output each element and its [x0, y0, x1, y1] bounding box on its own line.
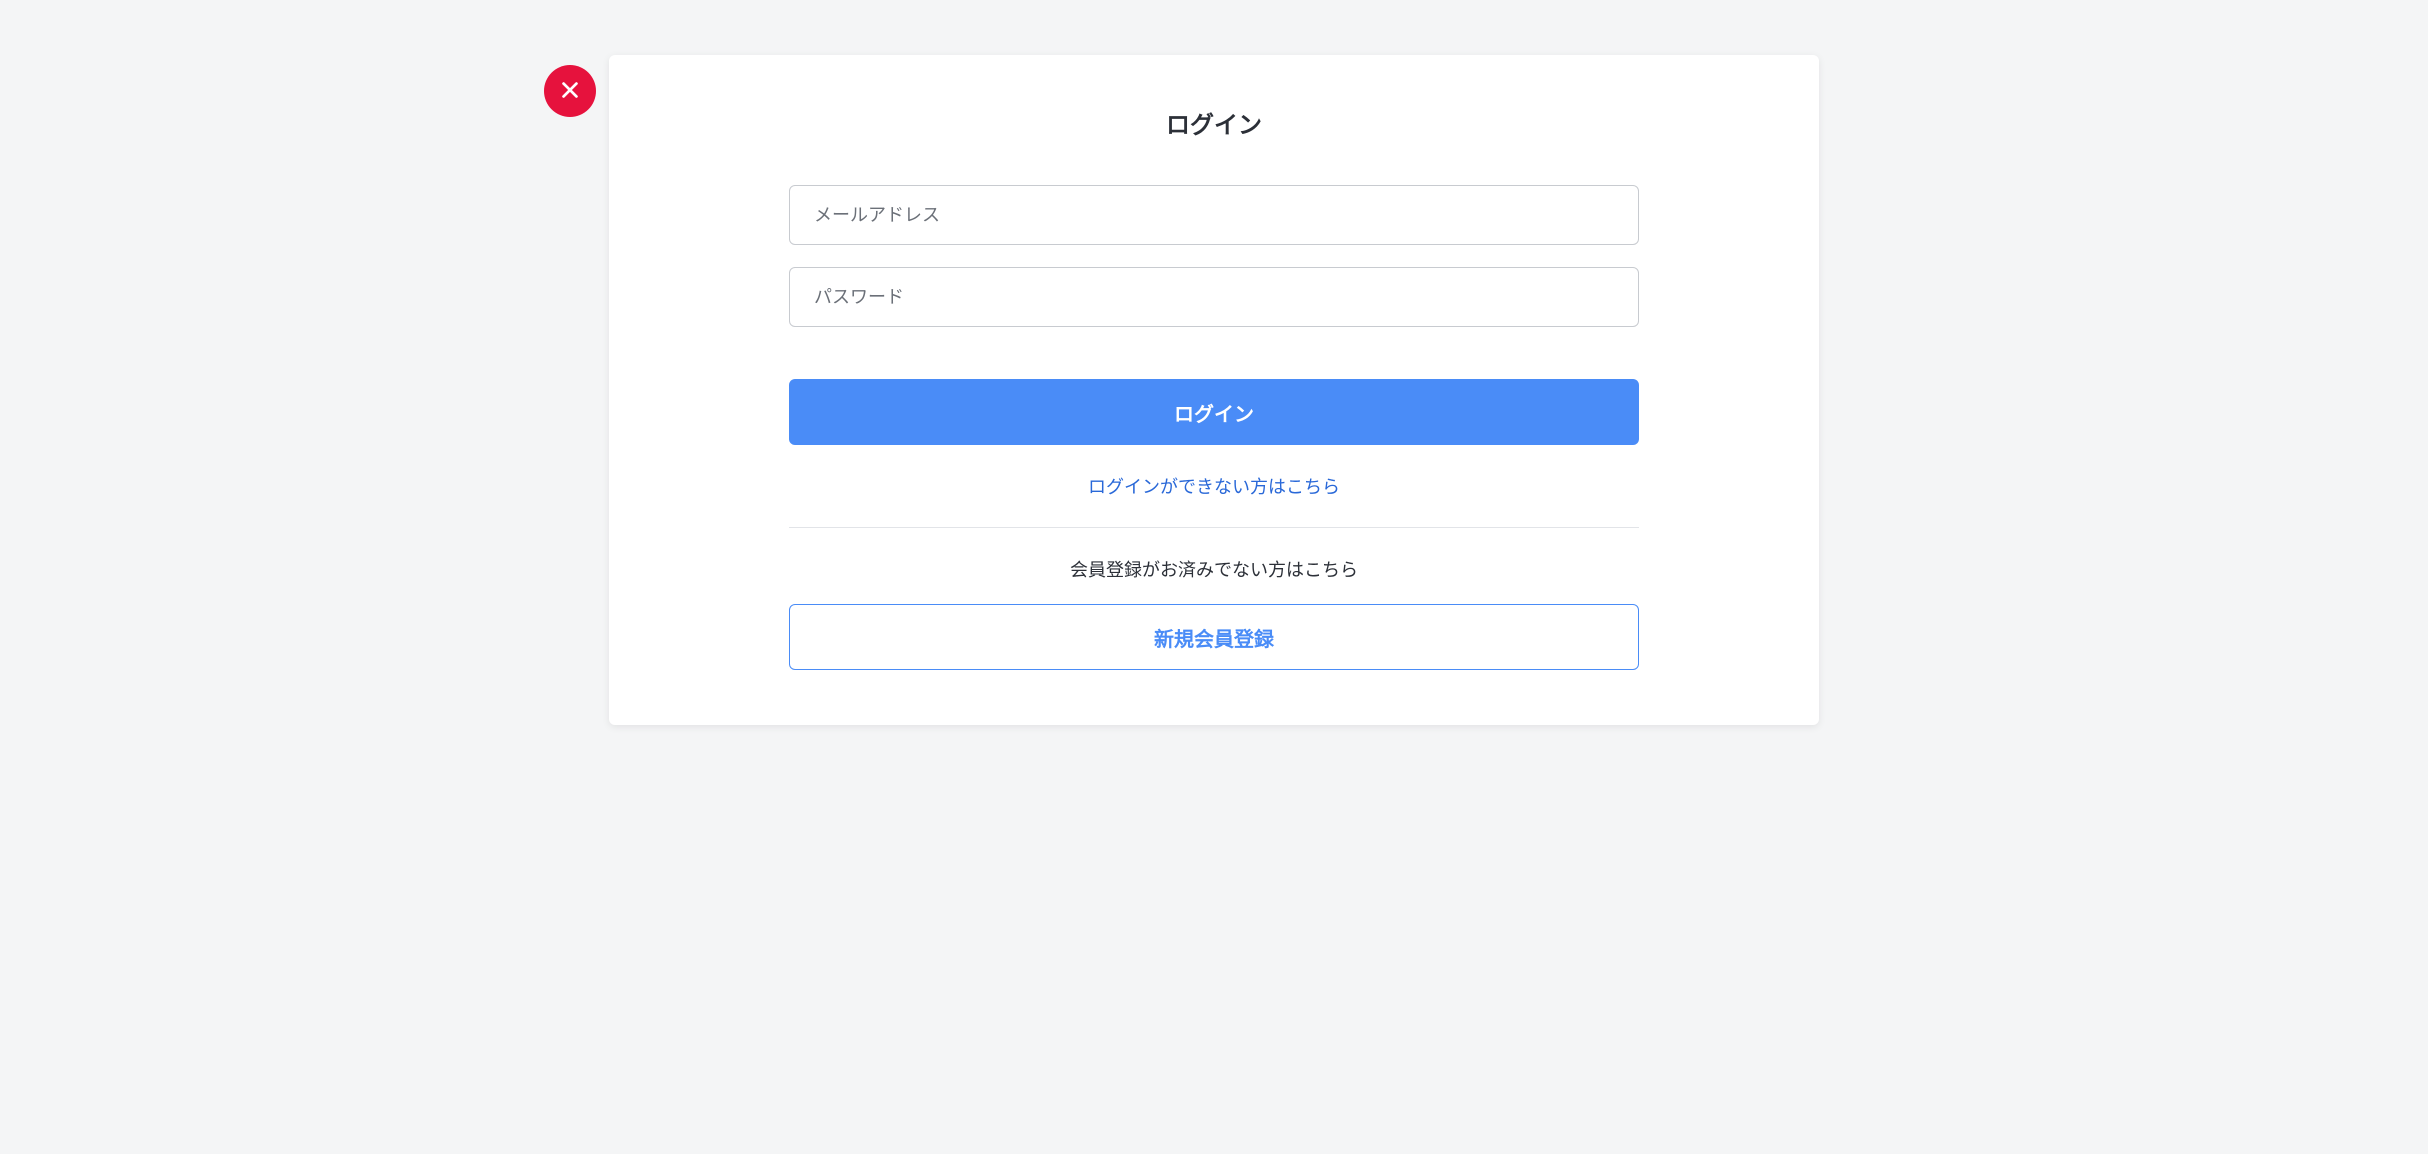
close-icon — [559, 79, 581, 104]
register-prompt: 会員登録がお済みでない方はこちら — [789, 556, 1639, 582]
login-help-link[interactable]: ログインができない方はこちら — [789, 473, 1639, 499]
section-divider — [789, 527, 1639, 528]
login-modal-container: ログイン ログイン ログインができない方はこちら 会員登録がお済みでない方はこち… — [524, 55, 1904, 725]
login-modal-card: ログイン ログイン ログインができない方はこちら 会員登録がお済みでない方はこち… — [609, 55, 1819, 725]
modal-title: ログイン — [789, 105, 1639, 140]
email-input[interactable] — [789, 185, 1639, 245]
close-button[interactable] — [544, 65, 596, 117]
password-input[interactable] — [789, 267, 1639, 327]
login-button[interactable]: ログイン — [789, 379, 1639, 445]
register-button[interactable]: 新規会員登録 — [789, 604, 1639, 670]
